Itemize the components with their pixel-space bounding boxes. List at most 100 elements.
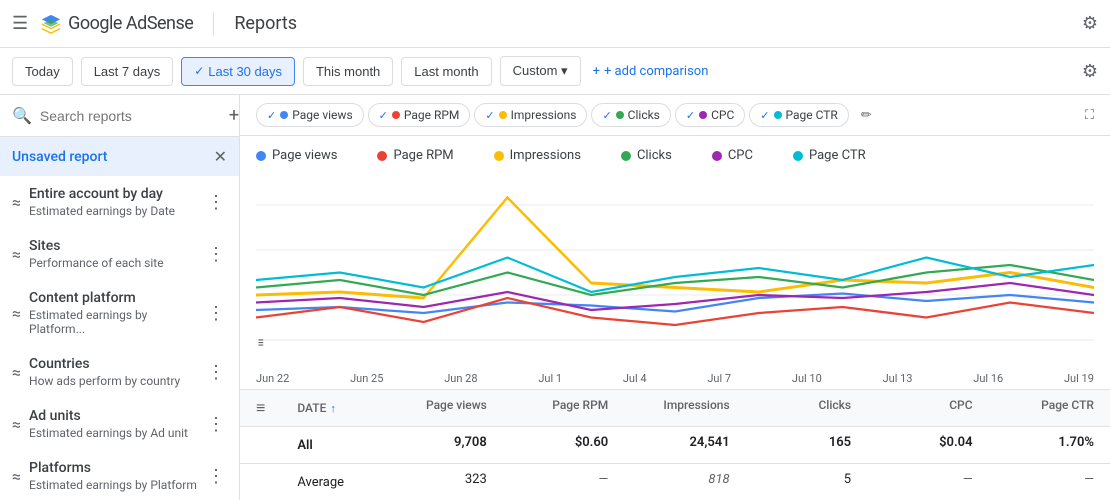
cell-clicks-all: 165 (746, 427, 867, 463)
cell-pagerpm-avg: — (503, 464, 624, 500)
content-area: ✓ Page views ✓ Page RPM ✓ Impressions ✓ … (240, 95, 1110, 500)
filter-last30[interactable]: ✓ Last 30 days (181, 57, 295, 86)
col-header-cpc[interactable]: CPC (867, 390, 988, 426)
filter-bar: Today Last 7 days ✓ Last 30 days This mo… (0, 48, 1110, 95)
sidebar-item-ad-units[interactable]: ≈ Ad units Estimated earnings by Ad unit… (0, 398, 239, 450)
chip-cpc[interactable]: ✓ CPC (675, 103, 745, 127)
logo: Google AdSense (40, 13, 193, 35)
sidebar-item-title: Ad units (29, 408, 205, 424)
x-label: Jul 19 (1064, 372, 1094, 385)
filter-custom[interactable]: Custom ▾ (500, 56, 581, 86)
col-header-pageviews[interactable]: Page views (381, 390, 502, 426)
chip-label: Clicks (628, 108, 660, 122)
chart-legend: Page views Page RPM Impressions Clicks C… (240, 136, 1110, 175)
more-options-icon[interactable]: ⋮ (205, 242, 227, 267)
sidebar-item-platforms[interactable]: ≈ Platforms Estimated earnings by Platfo… (0, 450, 239, 500)
more-options-icon[interactable]: ⋮ (205, 301, 227, 326)
chip-impressions[interactable]: ✓ Impressions (474, 103, 587, 127)
table-row-average: ≡ Average 323 — 818 5 — — (240, 464, 1110, 500)
chip-pageviews[interactable]: ✓ Page views (256, 103, 364, 127)
x-axis-labels: Jun 22 Jun 25 Jun 28 Jul 1 Jul 4 Jul 7 J… (240, 370, 1110, 389)
legend-label: Impressions (510, 148, 581, 163)
sidebar-item-sites[interactable]: ≈ Sites Performance of each site ⋮ (0, 228, 239, 280)
sidebar-item-title: Platforms (29, 460, 205, 476)
header: ☰ Google AdSense Reports ⚙ (0, 0, 1110, 48)
cell-pageviews-avg: 323 (381, 464, 502, 500)
chip-label: CPC (711, 108, 734, 122)
chip-clicks[interactable]: ✓ Clicks (591, 103, 670, 127)
chip-label: Page RPM (404, 108, 460, 122)
close-icon[interactable]: ✕ (214, 147, 227, 166)
check-icon: ✓ (602, 109, 611, 122)
filter-lastmonth[interactable]: Last month (401, 57, 491, 86)
x-label: Jul 1 (538, 372, 562, 385)
cell-clicks-avg: 5 (746, 464, 867, 500)
col-header-impressions[interactable]: Impressions (624, 390, 745, 426)
sidebar-item-subtitle: How ads perform by country (29, 374, 205, 388)
col-header-pagerpm[interactable]: Page RPM (503, 390, 624, 426)
chip-pagectr[interactable]: ✓ Page CTR (749, 103, 849, 127)
x-label: Jun 28 (444, 372, 477, 385)
legend-dot-cpc (712, 151, 722, 161)
report-icon: ≈ (12, 363, 21, 382)
x-label: Jun 25 (350, 372, 383, 385)
chip-pagerpm[interactable]: ✓ Page RPM (368, 103, 471, 127)
col-header-clicks[interactable]: Clicks (746, 390, 867, 426)
cell-impressions-avg: 818 (624, 464, 745, 500)
add-report-icon[interactable]: + (229, 105, 239, 126)
pagerpm-dot (392, 111, 400, 119)
check-icon: ✓ (267, 109, 276, 122)
chip-label: Page views (292, 108, 352, 122)
legend-label: Page views (272, 148, 337, 163)
header-divider (213, 12, 214, 36)
sidebar-item-countries[interactable]: ≈ Countries How ads perform by country ⋮ (0, 346, 239, 398)
pageviews-dot (280, 111, 288, 119)
sidebar-item-label: Unsaved report (12, 149, 214, 165)
sidebar-item-unsaved[interactable]: Unsaved report ✕ (0, 137, 239, 176)
legend-dot-clicks (621, 151, 631, 161)
add-comparison-button[interactable]: + + add comparison (593, 64, 709, 79)
report-icon: ≈ (12, 193, 21, 212)
chip-label: Page CTR (786, 108, 838, 122)
cell-impressions-all: 24,541 (624, 427, 745, 463)
sort-asc-icon[interactable]: ↑ (330, 402, 336, 415)
table-header-row: ≡ DATE ↑ Page views Page RPM Impressions… (240, 390, 1110, 427)
edit-chart-icon[interactable]: ✏ (861, 108, 872, 123)
filter-last7[interactable]: Last 7 days (81, 57, 174, 86)
header-title: Reports (234, 13, 297, 34)
more-options-icon[interactable]: ⋮ (205, 464, 227, 489)
legend-cpc: CPC (712, 148, 753, 163)
cell-pageviews-all: 9,708 (381, 427, 502, 463)
report-icon: ≈ (12, 415, 21, 434)
legend-label: CPC (728, 148, 753, 163)
col-header-date[interactable]: DATE ↑ (281, 390, 381, 426)
line-chart: ≡ (256, 175, 1094, 370)
filter-settings-icon[interactable]: ⚙ (1082, 61, 1098, 82)
settings-icon[interactable]: ⚙ (1082, 13, 1098, 34)
cpc-dot (699, 111, 707, 119)
legend-dot-pageviews (256, 151, 266, 161)
more-options-icon[interactable]: ⋮ (205, 360, 227, 385)
cell-pagerpm-all: $0.60 (503, 427, 624, 463)
legend-dot-pagerpm (377, 151, 387, 161)
more-options-icon[interactable]: ⋮ (205, 190, 227, 215)
filter-today[interactable]: Today (12, 57, 73, 86)
expand-chart-icon[interactable]: ⛶ (1085, 108, 1094, 123)
search-input[interactable] (40, 108, 221, 124)
plus-icon: + (593, 64, 600, 79)
more-options-icon[interactable]: ⋮ (205, 412, 227, 437)
sidebar-item-title: Countries (29, 356, 205, 372)
cell-date-all: All (281, 427, 381, 463)
sidebar-item-content-platform[interactable]: ≈ Content platform Estimated earnings by… (0, 280, 239, 346)
col-header-pagectr[interactable]: Page CTR (989, 390, 1110, 426)
legend-impressions: Impressions (494, 148, 581, 163)
menu-icon[interactable]: ☰ (12, 13, 28, 34)
pagectr-dot (774, 111, 782, 119)
table-list-icon: ≡ (240, 390, 281, 426)
col-date-label: DATE (297, 401, 326, 415)
sidebar-item-entire-account[interactable]: ≈ Entire account by day Estimated earnin… (0, 176, 239, 228)
filter-thismonth[interactable]: This month (303, 57, 393, 86)
cell-cpc-avg: — (867, 464, 988, 500)
sidebar-item-subtitle: Estimated earnings by Platform (29, 478, 205, 492)
sidebar-item-title: Content platform (29, 290, 205, 306)
